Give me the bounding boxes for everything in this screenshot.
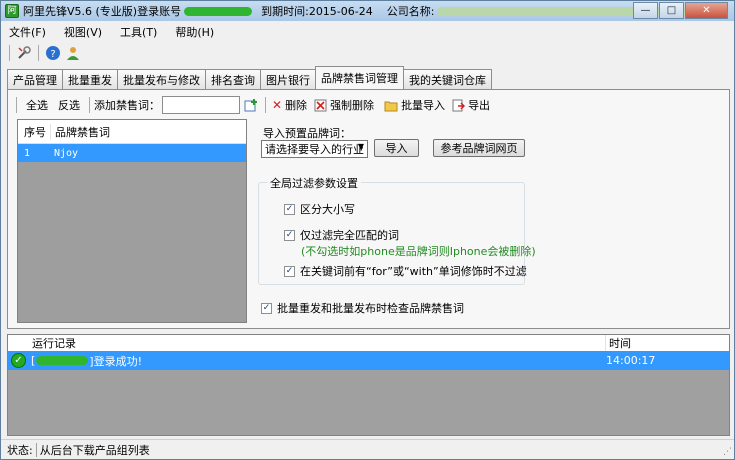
- batch-import-button[interactable]: 批量导入: [384, 97, 445, 113]
- import-button[interactable]: 导入: [374, 139, 419, 157]
- export-label: 导出: [468, 99, 491, 112]
- tab-ranking-query[interactable]: 排名查询: [205, 69, 261, 89]
- tab-batch-publish[interactable]: 批量发布与修改: [117, 69, 206, 89]
- industry-select[interactable]: 请选择要导入的行业 ▼: [261, 140, 368, 158]
- menu-bar: 文件(F) 视图(V) 工具(T) 帮助(H): [1, 23, 734, 41]
- log-row-time: 14:00:17: [606, 354, 656, 367]
- add-word-input[interactable]: [162, 96, 240, 114]
- import-preset-label: 导入预置品牌词：: [263, 127, 351, 140]
- check-circle-icon: ✓: [11, 353, 26, 368]
- log-row-prefix: [: [31, 354, 36, 367]
- column-header-seq[interactable]: 序号: [18, 124, 50, 140]
- delete-button[interactable]: ✕ 删除: [272, 97, 307, 113]
- list-header: 序号 品牌禁售词: [18, 120, 246, 144]
- force-delete-label: 强制删除: [330, 99, 375, 112]
- toolbar-separator: [38, 45, 39, 61]
- force-delete-icon: [314, 99, 327, 111]
- status-text: 从后台下载产品组列表: [39, 443, 150, 457]
- check-on-publish-option[interactable]: ✓ 批量重发和批量发布时检查品牌禁售词: [261, 300, 464, 316]
- tab-strip: 产品管理 批量重发 批量发布与修改 排名查询 图片银行 品牌禁售词管理 我的关键…: [7, 66, 492, 89]
- window-title: 阿里先锋V5.6 (专业版)登录账号: [23, 5, 182, 18]
- settings-tools-icon[interactable]: [16, 45, 32, 61]
- app-logo-icon: 阿: [5, 4, 19, 18]
- log-column-record[interactable]: 运行记录: [32, 335, 76, 351]
- resize-grip-icon[interactable]: ⋰: [723, 447, 732, 457]
- title-bar: 阿 阿里先锋V5.6 (专业版)登录账号 到期时间:2015-06-24 公司名…: [1, 1, 734, 21]
- exact-match-checkbox[interactable]: ✓: [284, 229, 295, 241]
- banned-word-list[interactable]: 序号 品牌禁售词 1 Njoy: [17, 119, 247, 323]
- delete-label: 删除: [285, 99, 308, 112]
- user-icon[interactable]: [65, 45, 81, 61]
- main-toolbar: ?: [5, 42, 83, 64]
- red-x-icon: ✕: [272, 98, 283, 112]
- close-button[interactable]: ✕: [685, 2, 728, 19]
- check-on-publish-checkbox[interactable]: ✓: [261, 302, 272, 314]
- toolbar-separator: [16, 97, 17, 113]
- toolbar-separator: [89, 97, 90, 113]
- column-header-word[interactable]: 品牌禁售词: [50, 123, 110, 140]
- list-item[interactable]: 1 Njoy: [18, 144, 246, 162]
- redacted-account: [36, 356, 89, 365]
- select-all-link[interactable]: 全选: [26, 97, 48, 113]
- log-row-message: ]登录成功!: [89, 354, 142, 368]
- ignore-for-with-checkbox[interactable]: ✓: [284, 265, 295, 277]
- status-label: 状态:: [7, 443, 33, 457]
- export-button[interactable]: 导出: [452, 97, 490, 113]
- menu-help[interactable]: 帮助(H): [175, 24, 214, 40]
- case-sensitive-checkbox[interactable]: ✓: [284, 203, 295, 215]
- log-row[interactable]: ✓ [ ]登录成功! 14:00:17: [8, 351, 729, 370]
- tab-brand-banned-words[interactable]: 品牌禁售词管理: [315, 66, 404, 89]
- status-separator: [35, 442, 37, 457]
- run-log-panel[interactable]: 运行记录 时间 ✓ [ ]登录成功! 14:00:17: [7, 334, 730, 436]
- menu-file[interactable]: 文件(F): [9, 24, 46, 40]
- ignore-for-with-label: 在关键词前有“for”或“with”单词修饰时不过滤: [300, 265, 527, 278]
- case-sensitive-option[interactable]: ✓ 区分大小写: [284, 201, 355, 217]
- tab-product-management[interactable]: 产品管理: [7, 69, 63, 89]
- list-item-word: Njoy: [54, 147, 79, 159]
- status-bar: 状态: 从后台下载产品组列表 ⋰: [1, 439, 734, 459]
- global-filter-group: 全局过滤参数设置 ✓ 区分大小写 ✓ 仅过滤完全匹配的词 (不勾选时如phone…: [258, 175, 536, 285]
- help-icon[interactable]: ?: [45, 45, 61, 61]
- tab-image-bank[interactable]: 图片银行: [260, 69, 316, 89]
- toolbar-separator: [265, 97, 266, 113]
- menu-view[interactable]: 视图(V): [64, 24, 102, 40]
- brand-banned-words-panel: 全选 反选 添加禁售词： ✕ 删除 强制删除 批量导入 导出 序号 品牌禁售词 …: [7, 89, 730, 329]
- redacted-account: [184, 6, 253, 16]
- tab-batch-repost[interactable]: 批量重发: [62, 69, 118, 89]
- toolbar-separator: [9, 45, 10, 61]
- check-on-publish-label: 批量重发和批量发布时检查品牌禁售词: [277, 302, 464, 315]
- window-controls: — □ ✕: [632, 2, 728, 19]
- global-filter-title: 全局过滤参数设置: [267, 175, 361, 191]
- industry-select-value: 请选择要导入的行业: [265, 143, 364, 156]
- minimize-button[interactable]: —: [633, 2, 658, 19]
- svg-text:?: ?: [50, 49, 55, 60]
- reference-brand-page-button[interactable]: 参考品牌词网页: [433, 139, 525, 157]
- list-item-seq: 1: [24, 147, 31, 159]
- log-column-time[interactable]: 时间: [605, 335, 631, 351]
- batch-import-label: 批量导入: [401, 99, 446, 112]
- export-icon: [452, 99, 466, 111]
- tab-keyword-store[interactable]: 我的关键词仓库: [403, 69, 492, 89]
- add-word-button[interactable]: [244, 98, 261, 112]
- exact-match-hint: (不勾选时如phone是品牌词则Iphone会被删除): [301, 245, 536, 258]
- invert-selection-link[interactable]: 反选: [58, 97, 80, 113]
- expiry-date: 到期时间:2015-06-24: [261, 5, 373, 18]
- main-window: 阿 阿里先锋V5.6 (专业版)登录账号 到期时间:2015-06-24 公司名…: [0, 0, 735, 460]
- exact-match-label: 仅过滤完全匹配的词: [300, 229, 399, 242]
- add-word-icon: [244, 99, 257, 112]
- menu-tools[interactable]: 工具(T): [120, 24, 157, 40]
- add-word-label: 添加禁售词：: [94, 99, 160, 112]
- maximize-button[interactable]: □: [659, 2, 684, 19]
- company-label: 公司名称:: [386, 5, 435, 18]
- ignore-for-with-option[interactable]: ✓ 在关键词前有“for”或“with”单词修饰时不过滤: [284, 263, 527, 279]
- case-sensitive-label: 区分大小写: [300, 203, 355, 216]
- log-header: 运行记录 时间: [8, 335, 729, 351]
- folder-icon: [384, 101, 398, 111]
- force-delete-button[interactable]: 强制删除: [314, 97, 374, 113]
- exact-match-option[interactable]: ✓ 仅过滤完全匹配的词: [284, 227, 399, 243]
- chevron-down-icon: ▼: [357, 142, 364, 151]
- panel-toolbar: 全选 反选 添加禁售词： ✕ 删除 强制删除 批量导入 导出: [12, 94, 490, 116]
